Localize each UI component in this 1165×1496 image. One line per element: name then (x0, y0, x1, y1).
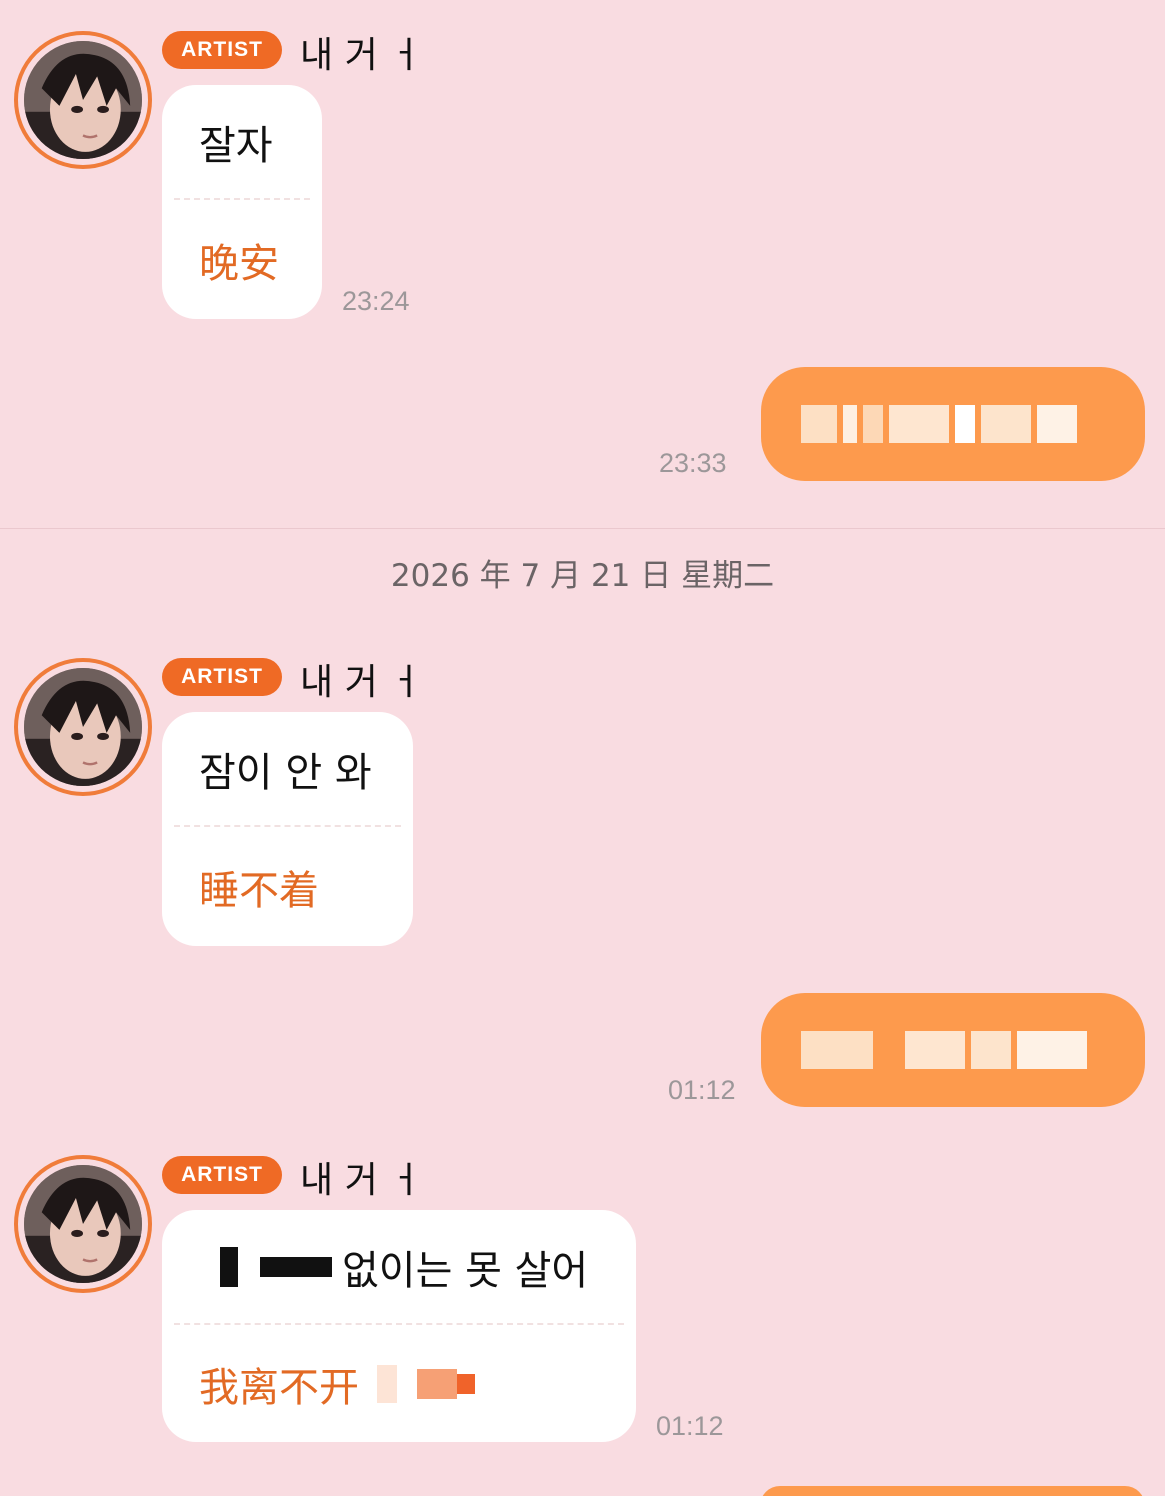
sender-name: 내 거 ㅓ (300, 35, 423, 76)
pixelated-text (879, 1031, 899, 1069)
pixelated-text (1017, 1031, 1087, 1069)
message-original-text: 잘자 (199, 122, 273, 169)
my-message-time: 23:33 (659, 448, 727, 478)
message-original-text: 잠이 안 와 (199, 749, 372, 796)
redacted-text (260, 1256, 332, 1277)
date-separator: 2026 年 7 月 21 日 星期二 (390, 558, 775, 594)
message-translation-text: 晚安 (199, 240, 279, 287)
pixelated-text (377, 1364, 397, 1403)
my-message-time: 01:12 (668, 1075, 736, 1105)
section-divider (0, 528, 1165, 529)
message-translation-text: 睡不着 (199, 867, 319, 914)
artist-message-bubble[interactable]: 없이는 못 살어 我离不开 (162, 1210, 636, 1442)
artist-avatar[interactable] (14, 1155, 152, 1293)
artist-message-bubble[interactable]: 잠이 안 와 睡不着 (162, 712, 413, 946)
original-text-suffix: 없이는 못 살어 (342, 1247, 589, 1294)
pixelated-text (863, 405, 883, 443)
artist-badge: ARTIST (162, 1156, 282, 1194)
pixelated-text (905, 1031, 965, 1069)
sender-name: 내 거 ㅓ (300, 662, 423, 703)
my-message-bubble[interactable] (761, 993, 1145, 1107)
sender-name: 내 거 ㅓ (300, 1160, 423, 1201)
artist-avatar[interactable] (14, 658, 152, 796)
pixelated-text (457, 1373, 475, 1394)
pixelated-text (889, 405, 949, 443)
pixelated-text (843, 405, 857, 443)
pixelated-text (971, 1031, 1011, 1069)
artist-badge: ARTIST (162, 31, 282, 69)
message-time: 01:12 (656, 1411, 724, 1441)
pixelated-text (955, 405, 975, 443)
translation-text-prefix: 我离不开 (199, 1364, 359, 1411)
pixelated-text (417, 1368, 457, 1399)
artist-badge: ARTIST (162, 658, 282, 696)
avatar-photo (24, 41, 142, 159)
pixelated-text (981, 405, 1031, 443)
my-message-bubble[interactable] (761, 367, 1145, 481)
pixelated-text (801, 405, 837, 443)
my-message-bubble-partial[interactable] (760, 1486, 1145, 1496)
avatar-photo (24, 668, 142, 786)
redacted-text (220, 1246, 238, 1287)
artist-message-bubble[interactable]: 잘자 晚安 (162, 85, 322, 319)
message-original-text: 없이는 못 살어 (162, 1210, 636, 1323)
message-translation-text: 我离不开 (162, 1325, 636, 1442)
artist-avatar[interactable] (14, 31, 152, 169)
pixelated-text (1037, 405, 1077, 443)
pixelated-text (801, 1031, 873, 1069)
message-time: 23:24 (342, 286, 410, 316)
avatar-photo (24, 1165, 142, 1283)
